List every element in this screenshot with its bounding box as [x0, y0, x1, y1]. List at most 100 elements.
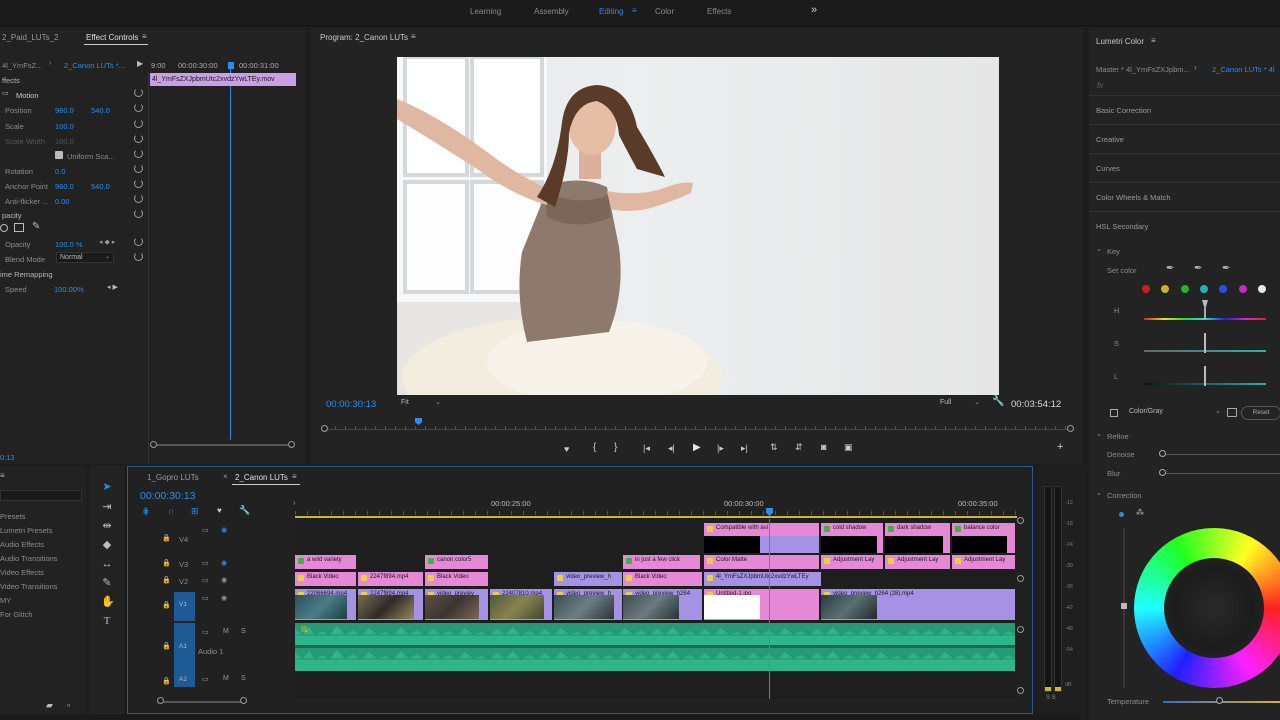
color-gray-checkbox[interactable] — [1110, 409, 1118, 417]
sync-lock-icon[interactable]: ▭ — [202, 594, 209, 602]
position-y[interactable]: 540.0 — [91, 106, 110, 115]
timeline-clip[interactable]: video_previev — [425, 589, 488, 620]
track-select-tool-icon[interactable]: ⇥ — [101, 501, 113, 513]
timeline-clip[interactable]: a wild variety — [295, 555, 356, 569]
new-folder-icon[interactable]: ▰ — [46, 700, 53, 711]
workspace-menu-icon[interactable]: ≡ — [632, 6, 637, 15]
rectangle-mask-icon[interactable] — [14, 223, 24, 232]
sync-lock-icon[interactable]: ▭ — [202, 628, 209, 636]
extract-icon[interactable]: ⇵ — [795, 442, 803, 453]
uniform-scale-checkbox[interactable] — [55, 151, 63, 159]
mute-icon[interactable]: M — [223, 675, 229, 682]
play-icon[interactable]: ▶ — [693, 442, 701, 453]
program-timecode[interactable]: 00:00:30:13 — [326, 399, 376, 410]
razor-tool-icon[interactable]: ◆ — [101, 539, 113, 551]
eye-icon[interactable]: ◉ — [221, 526, 227, 534]
a1-target-box[interactable]: A1 — [174, 623, 195, 675]
timeline-clip[interactable]: Untitled-1.jpg — [704, 589, 819, 620]
color-swatch[interactable] — [1161, 285, 1170, 293]
mute-icon[interactable]: M — [223, 628, 229, 635]
section-hsl-secondary[interactable]: HSL Secondary — [1096, 222, 1148, 231]
timeline-clip[interactable]: balance color — [952, 523, 1015, 553]
color-swatch[interactable] — [1180, 285, 1189, 293]
ripple-edit-tool-icon[interactable]: ⇹ — [101, 520, 113, 532]
sequence-clip-label[interactable]: 2_Canon LUTs *... — [64, 61, 125, 70]
effects-item[interactable]: Video Effects — [0, 568, 44, 577]
v1-target-box[interactable]: V1 — [174, 592, 195, 621]
lock-icon[interactable]: 🔒 — [162, 576, 171, 584]
eye-icon[interactable]: ◉ — [221, 559, 227, 567]
reset-icon[interactable] — [134, 119, 143, 128]
section-color-wheels[interactable]: Color Wheels & Match — [1096, 193, 1171, 202]
lock-icon[interactable]: 🔒 — [162, 534, 171, 542]
source-clip-label[interactable]: 4l_YmFsZ... — [2, 61, 42, 70]
pen-tool-icon[interactable]: ✎ — [101, 577, 113, 589]
source-tab[interactable]: 2_Paid_LUTs_2 — [2, 33, 58, 42]
blur-slider[interactable] — [1163, 473, 1280, 474]
anti-flicker-value[interactable]: 0.00 — [55, 197, 70, 206]
effects-item[interactable]: Audio Transitions — [0, 554, 58, 563]
scale-value[interactable]: 100.0 — [55, 122, 74, 131]
sync-lock-icon[interactable]: ▭ — [202, 559, 209, 567]
sync-lock-icon[interactable]: ▭ — [202, 576, 209, 584]
sync-lock-icon[interactable]: ▭ — [202, 675, 209, 683]
workspace-learning[interactable]: Learning — [470, 7, 501, 16]
meter-solo-labels[interactable]: S S — [1046, 695, 1056, 701]
eyedropper-icon[interactable]: ✒ — [1166, 263, 1174, 274]
timeline-tab-gopro[interactable]: 1_Gopro LUTs — [147, 473, 199, 482]
color-swatch[interactable] — [1238, 285, 1247, 293]
blur-slider-handle[interactable] — [1159, 469, 1166, 476]
reset-icon[interactable] — [134, 179, 143, 188]
color-swatch[interactable] — [1199, 285, 1208, 293]
lock-icon[interactable]: 🔒 — [162, 677, 171, 685]
comparison-view-icon[interactable]: ▣ — [844, 442, 853, 453]
program-video-frame[interactable] — [397, 57, 999, 395]
dropdown-chevron-icon[interactable]: › — [49, 60, 51, 67]
timeline-clip[interactable]: 22066694.mp4 — [295, 589, 356, 620]
effects-search-input[interactable] — [0, 490, 82, 501]
program-playhead[interactable] — [415, 418, 422, 425]
type-tool-icon[interactable]: T — [101, 615, 113, 627]
key-chevron-icon[interactable]: ⌄ — [1096, 245, 1102, 253]
panel-menu-icon[interactable]: ≡ — [1151, 36, 1156, 45]
scrollbar-handle[interactable] — [240, 697, 247, 704]
wrench-icon[interactable]: 🔧 — [992, 396, 1004, 407]
color-swatch[interactable] — [1142, 285, 1150, 293]
blend-mode-dropdown[interactable]: Normal ⌄ — [56, 252, 114, 263]
timeline-clip[interactable]: 2247f894.mp4 — [358, 589, 423, 620]
timeline-clip[interactable]: Adjustment Lay — [821, 555, 883, 569]
workspace-editing[interactable]: Editing — [599, 7, 623, 16]
timeline-tab-canon[interactable]: 2_Canon LUTs — [235, 473, 288, 482]
ec-zoom-scrollbar[interactable] — [152, 444, 294, 446]
pen-mask-icon[interactable]: ✎ — [32, 221, 40, 232]
fit-dropdown[interactable]: Fit ⌄ — [399, 398, 443, 410]
timeline-clip[interactable]: video_preview_h264 (28).mp4 — [821, 589, 1015, 620]
lift-icon[interactable]: ⇅ — [770, 442, 778, 453]
section-curves[interactable]: Curves — [1096, 164, 1120, 173]
go-to-in-icon[interactable]: |◂ — [643, 443, 650, 454]
effects-item[interactable]: Presets — [0, 512, 25, 521]
position-x[interactable]: 960.0 — [55, 106, 74, 115]
scrubber-right-handle[interactable] — [1067, 425, 1074, 432]
anchor-y[interactable]: 540.0 — [91, 182, 110, 191]
reset-icon[interactable] — [134, 134, 143, 143]
reset-icon[interactable] — [134, 237, 143, 246]
effects-item[interactable]: Video Transitions — [0, 582, 57, 591]
add-marker-icon[interactable]: ♥ — [217, 506, 222, 515]
keyframe-nav-icon[interactable]: ◂ ▶ — [107, 283, 118, 291]
section-basic-correction[interactable]: Basic Correction — [1096, 106, 1151, 115]
refine-chevron-icon[interactable]: ⌄ — [1096, 430, 1102, 438]
more-workspaces-icon[interactable]: » — [811, 4, 817, 16]
step-back-icon[interactable]: ◂| — [668, 443, 675, 454]
effects-item[interactable]: Audio Effects — [0, 540, 44, 549]
ec-playhead-marker[interactable] — [228, 62, 234, 69]
temperature-slider-handle[interactable] — [1216, 697, 1223, 704]
eyedropper-add-icon[interactable]: ✒ — [1194, 263, 1202, 274]
opacity-value[interactable]: 100.0 % — [55, 240, 83, 249]
sync-lock-icon[interactable]: ▭ — [202, 526, 209, 534]
timeline-clip[interactable]: Black Video — [295, 572, 356, 586]
effects-item[interactable]: For Glitch — [0, 610, 33, 619]
solo-icon[interactable]: S — [241, 628, 246, 635]
a2-target-box[interactable]: A2 — [174, 673, 195, 687]
timeline-clip[interactable]: Black Video — [623, 572, 702, 586]
